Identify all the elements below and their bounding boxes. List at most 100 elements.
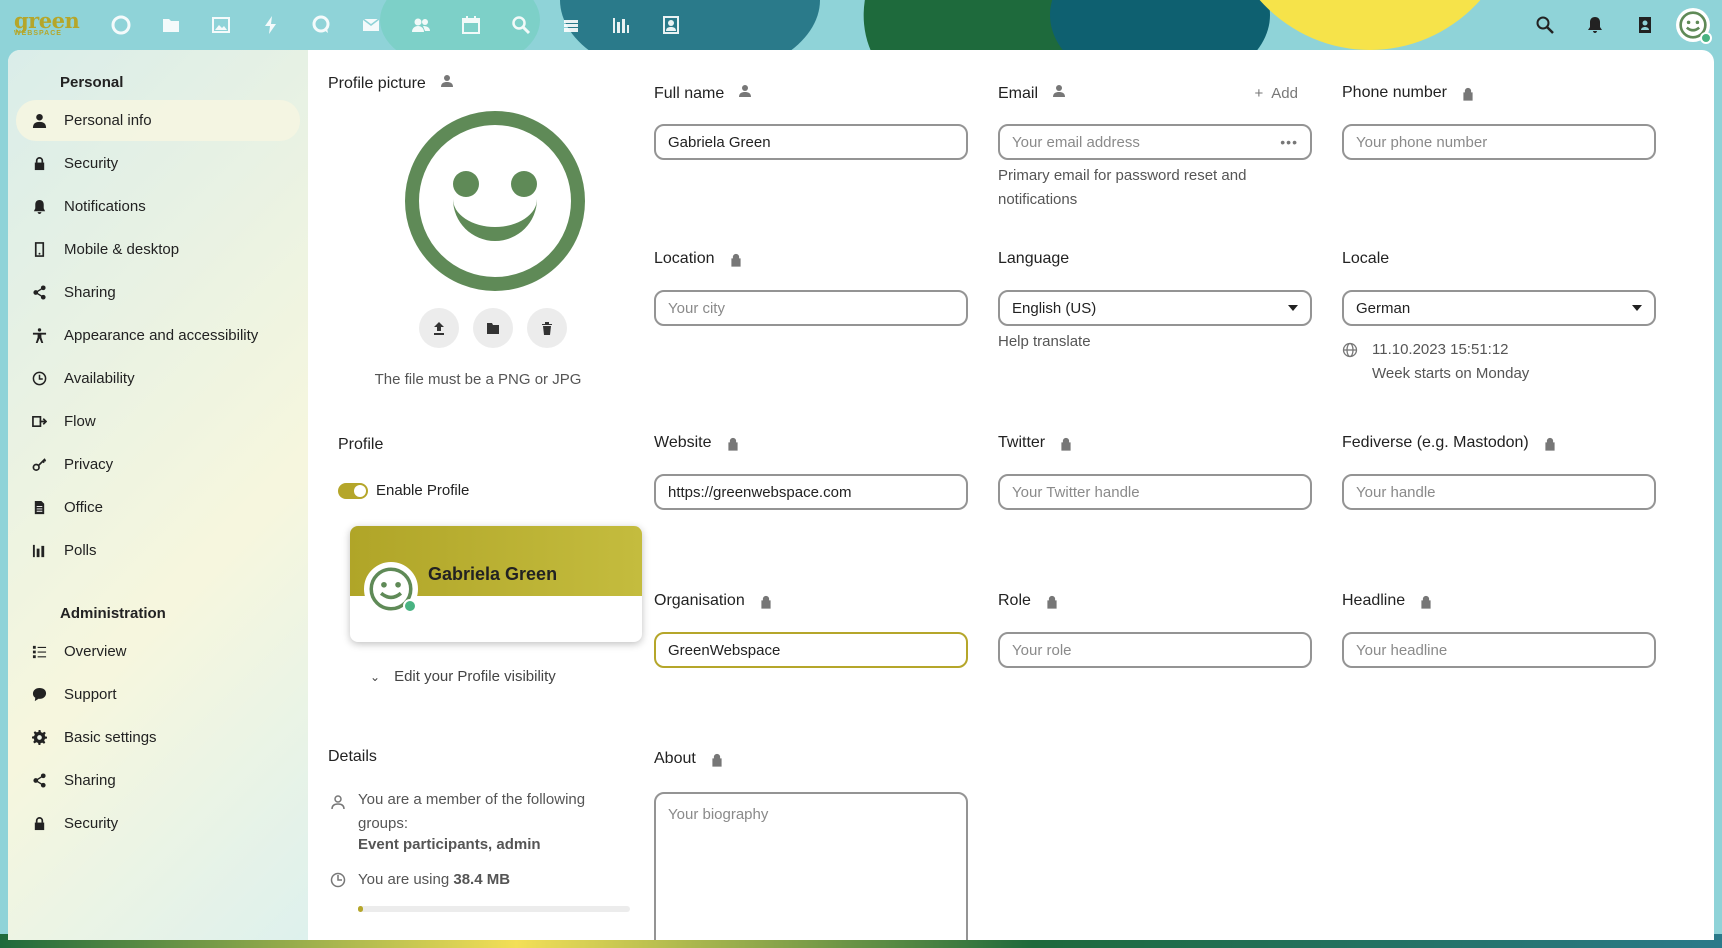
location-label: Location [654,250,741,268]
photos-icon[interactable] [196,0,246,50]
organisation-label: Organisation [654,592,771,610]
chevron-down-icon: ⌄ [370,669,381,684]
sidebar-item-polls[interactable]: Polls [16,530,300,571]
bell-icon [28,196,50,218]
website-label: Website [654,434,738,452]
status-online-dot [1700,32,1712,44]
talk-icon[interactable] [296,0,346,50]
full-name-input[interactable]: Gabriela Green [654,124,968,160]
sidebar-item-sharing[interactable]: Sharing [16,272,300,313]
files-icon[interactable] [146,0,196,50]
sidebar-item-availability[interactable]: Availability [16,358,300,399]
search-app-icon[interactable] [496,0,546,50]
headline-label: Headline [1342,592,1431,610]
sidebar-item-notifications[interactable]: Notifications [16,186,300,227]
locale-datetime: 11.10.2023 15:51:12 [1372,341,1509,358]
analytics-icon[interactable] [596,0,646,50]
dashboard-icon[interactable] [96,0,146,50]
lock-icon [1543,437,1555,451]
sidebar-admin-title: Administration [60,605,166,622]
phone-label: Phone number [1342,84,1473,102]
sidebar-item-security[interactable]: Security [16,143,300,184]
upload-picture-button[interactable] [419,308,459,348]
locale-select[interactable]: German [1342,290,1656,326]
fediverse-label: Fediverse (e.g. Mastodon) [1342,434,1555,452]
sidebar-admin-item-sharing[interactable]: Sharing [16,760,300,801]
share-icon [28,282,50,304]
profile-preview-card[interactable]: Gabriela Green [350,526,642,642]
notifications-icon[interactable] [1570,0,1620,50]
search-icon[interactable] [1520,0,1570,50]
sidebar-item-label: Support [64,686,117,703]
week-start: Week starts on Monday [1372,365,1530,382]
website-input[interactable]: https://greenwebspace.com [654,474,968,510]
fediverse-input[interactable]: Your handle [1342,474,1656,510]
profile-visibility-toggle[interactable]: ⌄ Edit your Profile visibility [370,668,556,685]
sidebar-item-label: Polls [64,542,97,559]
contacts-icon[interactable] [396,0,446,50]
personal-info-form: Profile picture The file must be a PNG o… [308,50,1714,940]
federation-icon[interactable] [440,74,454,93]
remove-picture-button[interactable] [527,308,567,348]
brand-logo[interactable]: green WEBSPACE [14,8,80,42]
lock-icon [710,753,722,767]
add-email-button[interactable]: + Add [1255,85,1298,102]
quota-text: You are using 38.4 MB [358,871,511,888]
federation-icon[interactable] [738,84,752,103]
language-label: Language [998,250,1070,267]
lock-icon [726,437,738,451]
lock-icon [729,253,741,267]
accessibility-icon [28,325,50,347]
activity-icon[interactable] [246,0,296,50]
sidebar-admin-item-support[interactable]: Support [16,674,300,715]
role-input[interactable]: Your role [998,632,1312,668]
location-input[interactable]: Your city [654,290,968,326]
lock-icon [28,813,50,835]
profile-picture-label: Profile picture [328,74,454,93]
card-name: Gabriela Green [428,564,558,584]
twitter-input[interactable]: Your Twitter handle [998,474,1312,510]
sidebar-item-personal-info[interactable]: Personal info [16,100,300,141]
organisation-input[interactable]: GreenWebspace [654,632,968,668]
enable-profile-toggle[interactable] [338,482,368,499]
mail-icon[interactable] [346,0,396,50]
header-right [1520,0,1712,50]
sidebar-item-mobile-desktop[interactable]: Mobile & desktop [16,229,300,270]
contacts-card-icon[interactable] [646,0,696,50]
phone-input[interactable]: Your phone number [1342,124,1656,160]
profile-section-title: Profile [338,436,384,453]
sidebar-item-flow[interactable]: Flow [16,401,300,442]
about-textarea[interactable]: Your biography [654,792,968,940]
role-label: Role [998,592,1057,610]
email-input[interactable]: Your email address ••• [998,124,1312,160]
help-translate-link[interactable]: Help translate [998,330,1091,354]
sidebar-item-label: Appearance and accessibility [64,327,259,344]
top-bar: green WEBSPACE [0,0,1722,50]
sidebar-item-office[interactable]: Office [16,487,300,528]
contacts-menu-icon[interactable] [1620,0,1670,50]
sidebar-item-privacy[interactable]: Privacy [16,444,300,485]
sidebar-item-label: Notifications [64,198,146,215]
app-menu [96,0,696,50]
flow-icon [28,411,50,433]
sidebar-admin-item-overview[interactable]: Overview [16,631,300,672]
sidebar-admin-item-basic-settings[interactable]: Basic settings [16,717,300,758]
settings-sidebar: Personal Personal info Security Notificati… [8,50,308,940]
calendar-icon[interactable] [446,0,496,50]
federation-icon[interactable] [1052,84,1066,103]
lock-icon[interactable] [1461,87,1473,101]
sidebar-admin-item-security[interactable]: Security [16,803,300,844]
language-select[interactable]: English (US) [998,290,1312,326]
lock-icon [759,595,771,609]
sidebar-item-appearance-and-accessibility[interactable]: Appearance and accessibility [16,315,300,356]
sidebar-item-label: Personal info [64,112,152,129]
headline-input[interactable]: Your headline [1342,632,1656,668]
more-options-icon[interactable]: ••• [1280,134,1298,150]
choose-from-files-button[interactable] [473,308,513,348]
deck-icon[interactable] [546,0,596,50]
sidebar-item-label: Security [64,815,119,832]
full-name-label: Full name [654,84,752,103]
user-avatar[interactable] [1676,8,1712,44]
caret-down-icon [1632,305,1642,311]
document-icon [28,497,50,519]
